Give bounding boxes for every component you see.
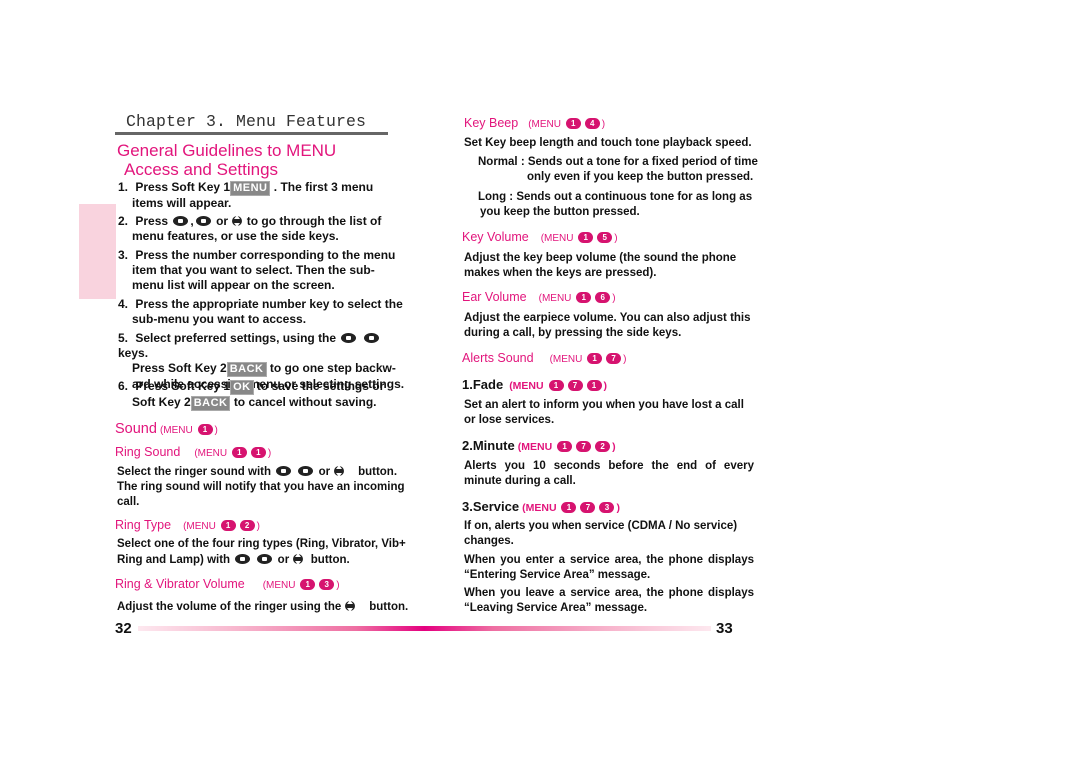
key-beep-long-option: Long : Sends out a continuous tone for a… [478, 191, 753, 218]
back-softkey-badge: BACK [226, 362, 267, 377]
chapter-side-tab [79, 204, 116, 299]
key-volume-heading: Key Volume (MENU 1 5) [462, 230, 618, 244]
footer-gradient-rule [138, 626, 711, 631]
ok-softkey-badge: OK [230, 380, 254, 395]
step-4: 4. Press the appropriate number key to s… [118, 297, 403, 326]
back-softkey-badge: BACK [190, 396, 231, 411]
navigation-key-icon [334, 465, 345, 477]
ring-sound-heading: Ring Sound (MENU 1 1) [115, 445, 272, 459]
key-beep-description: Set Key beep length and touch tone playb… [464, 137, 752, 149]
guide-title-line2: Access and Settings [124, 160, 279, 179]
service-enter-description: When you enter a service area, the phone… [464, 554, 754, 581]
step-6: 6. Press Soft Key 1 OK to save the settin… [118, 379, 385, 411]
guide-title: General Guidelines to MENU Access and Se… [117, 141, 336, 179]
ring-type-heading: Ring Type (MENU 1 2) [115, 518, 260, 532]
service-leave-description: When you leave a service area, the phone… [464, 587, 754, 614]
navigation-key-icon [232, 215, 243, 227]
key-beep-normal-option: Normal : Sends out a tone for a fixed pe… [478, 156, 758, 183]
alerts-sound-heading: Alerts Sound (MENU 1 7) [462, 351, 627, 365]
page-number-left: 32 [115, 620, 132, 637]
navigation-key-icon [293, 553, 304, 565]
guide-title-line1: General Guidelines to MENU [117, 141, 337, 160]
ring-sound-description: Select the ringer sound with or button. … [117, 465, 405, 508]
service-heading: 3.Service (MENU 1 7 3) [462, 499, 620, 514]
step-3: 3. Press the number corresponding to the… [118, 248, 396, 292]
key-beep-heading: Key Beep (MENU 1 4) [464, 116, 606, 130]
navigation-key-icon [345, 600, 356, 612]
step-1: 1. Press Soft Key 1 MENU . The first 3 me… [118, 180, 374, 210]
minute-heading: 2.Minute (MENU 1 7 2) [462, 438, 616, 453]
fade-heading: 1.Fade (MENU 1 7 1) [462, 377, 608, 392]
left-key-icon [341, 333, 357, 343]
left-key-icon [173, 216, 189, 226]
key-volume-description: Adjust the key beep volume (the sound th… [464, 252, 737, 279]
left-key-icon [276, 466, 292, 476]
ring-vibrator-volume-heading: Ring & Vibrator Volume (MENU 1 3) [115, 577, 340, 591]
chapter-title-rule [115, 132, 388, 135]
page-number-right: 33 [716, 620, 733, 637]
service-description: If on, alerts you when service (CDMA / N… [464, 520, 738, 547]
right-key-icon [363, 333, 379, 343]
chapter-title: Chapter 3. Menu Features [126, 112, 367, 131]
right-key-icon [298, 466, 314, 476]
menu-softkey-badge: MENU [230, 181, 271, 196]
menu-number-badge: 1 [197, 424, 213, 435]
ear-volume-description: Adjust the earpiece volume. You can also… [464, 312, 751, 339]
ring-type-description: Select one of the four ring types (Ring,… [117, 538, 406, 566]
section-sound-heading: Sound (MENU 1) [115, 421, 218, 437]
ear-volume-heading: Ear Volume (MENU 1 6) [462, 290, 616, 304]
right-key-icon [195, 216, 211, 226]
right-key-icon [257, 554, 273, 564]
ring-vibrator-volume-description: Adjust the volume of the ringer using th… [117, 600, 409, 613]
left-key-icon [235, 554, 251, 564]
step-2: 2. Press , or to go through the list of … [118, 214, 382, 243]
fade-description: Set an alert to inform you when you have… [464, 399, 744, 426]
minute-description: Alerts you 10 seconds before the end of … [464, 460, 754, 487]
